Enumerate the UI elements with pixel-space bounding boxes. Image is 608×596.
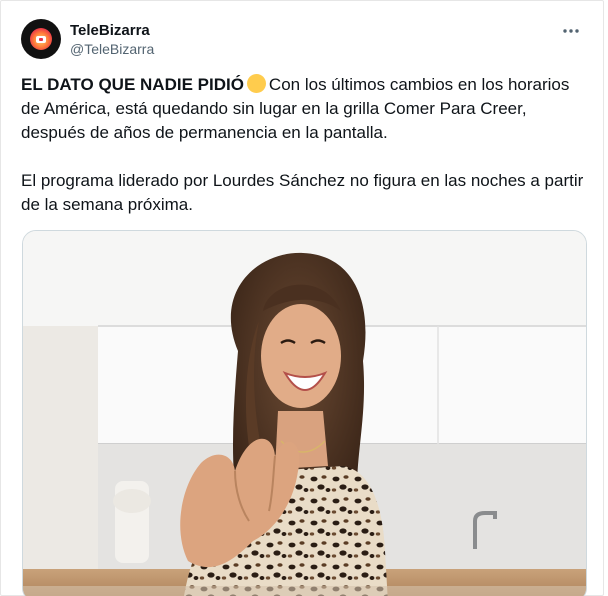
- tweet-media-photo[interactable]: [22, 230, 587, 596]
- handle[interactable]: @TeleBizarra: [70, 40, 154, 58]
- tweet-card[interactable]: TeleBizarra @TeleBizarra EL DATO QUE NAD…: [0, 0, 604, 596]
- tweet-paragraph-2: El programa liderado por Lourdes Sánchez…: [21, 171, 584, 214]
- tweet-text: EL DATO QUE NADIE PIDIÓ Con los últimos c…: [21, 73, 591, 217]
- author-names: TeleBizarra @TeleBizarra: [70, 21, 154, 58]
- tweet-paragraph-1: EL DATO QUE NADIE PIDIÓ Con los últimos c…: [21, 73, 591, 145]
- photo-of-host-in-kitchen: [23, 231, 586, 596]
- tweet-headline: EL DATO QUE NADIE PIDIÓ: [21, 75, 244, 94]
- yellow-circle-emoji: [246, 74, 266, 93]
- avatar[interactable]: [21, 19, 61, 59]
- tweet-header: TeleBizarra @TeleBizarra: [21, 18, 154, 60]
- display-name[interactable]: TeleBizarra: [70, 21, 154, 40]
- more-horizontal-icon[interactable]: [561, 21, 581, 41]
